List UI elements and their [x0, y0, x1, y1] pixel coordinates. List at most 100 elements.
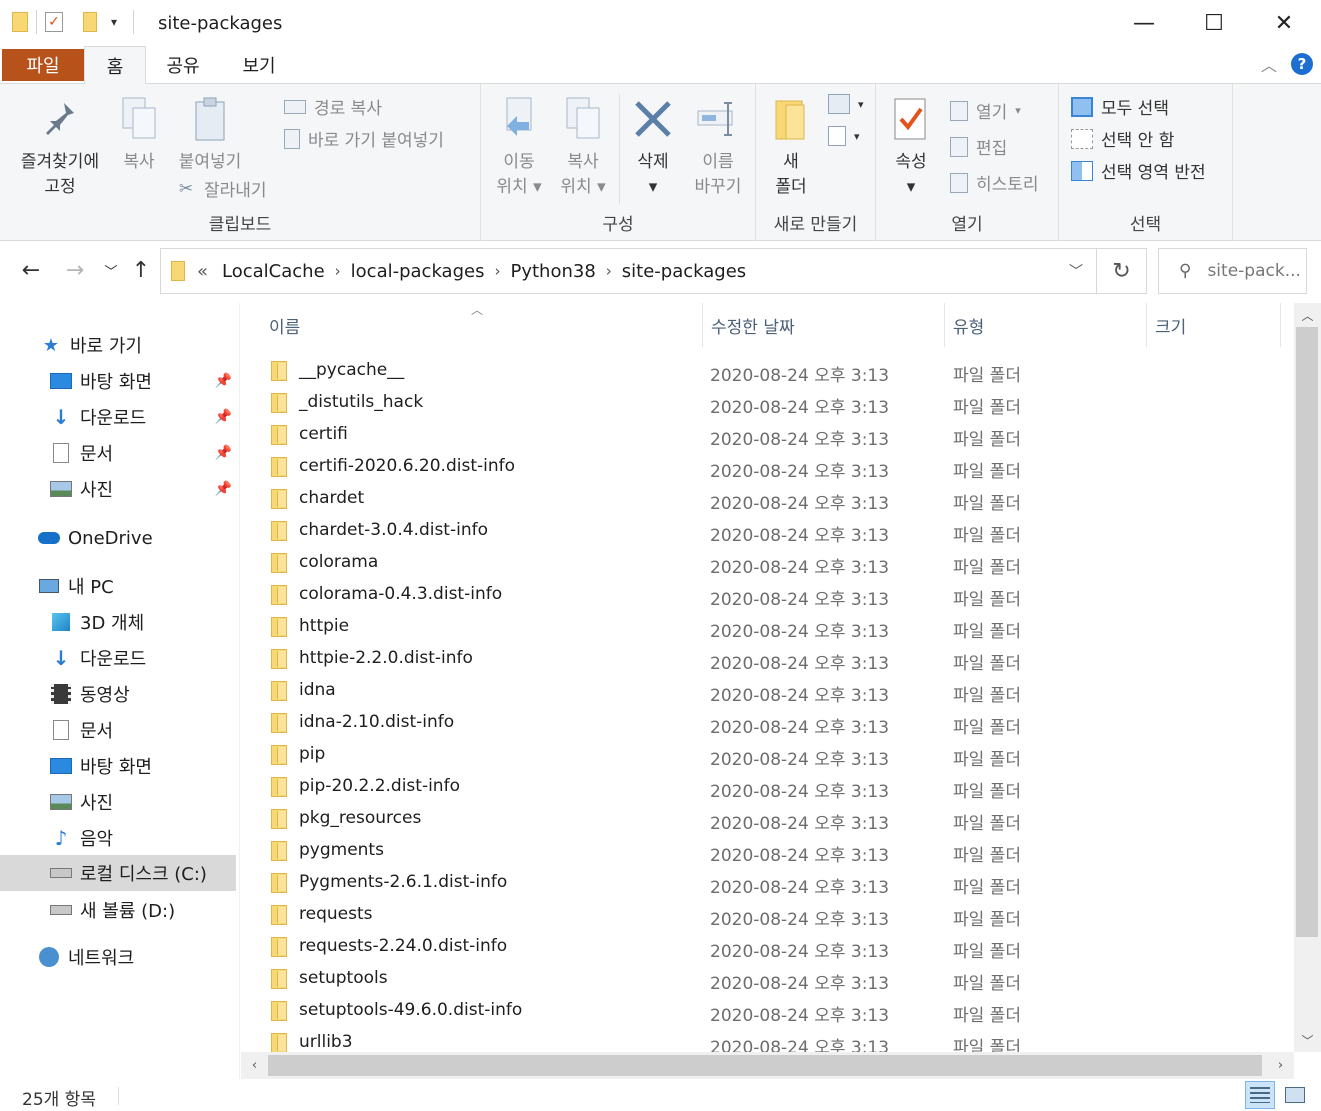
move-to-button[interactable]: 이동 위치 ▾ — [489, 94, 549, 200]
nav-pc-music[interactable]: ♪ 음악 — [0, 820, 236, 856]
history-button[interactable]: 히스토리 — [950, 170, 1039, 195]
table-row[interactable]: pygments 2020-08-24 오후 3:13 파일 폴더 — [241, 835, 1294, 867]
recent-locations-chevron-icon[interactable]: ﹀ — [96, 255, 126, 285]
nav-quick-access[interactable]: ★ 바로 가기 — [0, 327, 236, 363]
maximize-button[interactable]: ☐ — [1179, 0, 1249, 46]
back-button[interactable]: ← — [16, 255, 46, 285]
paste-button[interactable]: 붙여넣기 — [170, 94, 250, 175]
horizontal-scrollbar[interactable]: ‹ › — [241, 1052, 1294, 1079]
column-header-type[interactable]: 유형 — [945, 303, 1147, 347]
table-row[interactable]: requests-2.24.0.dist-info 2020-08-24 오후 3… — [241, 931, 1294, 963]
table-row[interactable]: colorama-0.4.3.dist-info 2020-08-24 오후 3:… — [241, 579, 1294, 611]
table-row[interactable]: _distutils_hack 2020-08-24 오후 3:13 파일 폴더 — [241, 387, 1294, 419]
table-row[interactable]: pkg_resources 2020-08-24 오후 3:13 파일 폴더 — [241, 803, 1294, 835]
rename-button[interactable]: 이름 바꾸기 — [685, 94, 751, 200]
chevron-right-icon[interactable]: › — [335, 262, 341, 280]
nav-this-pc[interactable]: 내 PC — [0, 568, 236, 604]
chevron-right-icon[interactable]: › — [606, 262, 612, 280]
nav-qa-desktop[interactable]: 바탕 화면 📌 — [0, 363, 236, 399]
new-item-button[interactable]: ▾ — [828, 94, 864, 114]
table-row[interactable]: Pygments-2.6.1.dist-info 2020-08-24 오후 3:… — [241, 867, 1294, 899]
invert-selection-button[interactable]: 선택 영역 반전 — [1071, 158, 1206, 183]
nav-pc-new-volume-d[interactable]: 새 볼륨 (D:) — [0, 892, 236, 928]
paste-shortcut-button[interactable]: 바로 가기 붙여넣기 — [284, 126, 444, 151]
breadcrumb-overflow[interactable]: « — [197, 261, 208, 282]
select-all-button[interactable]: 모두 선택 — [1071, 94, 1169, 119]
nav-qa-pictures[interactable]: 사진 📌 — [0, 471, 236, 507]
column-header-name[interactable]: ︿ 이름 — [241, 303, 703, 347]
copy-path-button[interactable]: 경로 복사 — [284, 94, 382, 119]
breadcrumb-python38[interactable]: Python38 — [510, 261, 595, 282]
nav-pc-downloads[interactable]: ↓ 다운로드 — [0, 640, 236, 676]
scrollbar-thumb[interactable] — [268, 1055, 1262, 1076]
pin-icon[interactable]: 📌 — [215, 409, 232, 425]
table-row[interactable]: colorama 2020-08-24 오후 3:13 파일 폴더 — [241, 547, 1294, 579]
table-row[interactable]: requests 2020-08-24 오후 3:13 파일 폴더 — [241, 899, 1294, 931]
vertical-scrollbar[interactable]: ︿ ﹀ — [1294, 303, 1321, 1052]
select-none-button[interactable]: 선택 안 함 — [1071, 126, 1174, 151]
nav-pc-3d-objects[interactable]: 3D 개체 — [0, 604, 236, 640]
details-view-button[interactable] — [1245, 1081, 1275, 1109]
copy-button[interactable]: 복사 — [112, 94, 166, 175]
minimize-button[interactable]: — — [1109, 0, 1179, 46]
up-button[interactable]: ↑ — [126, 255, 156, 285]
table-row[interactable]: httpie-2.2.0.dist-info 2020-08-24 오후 3:13… — [241, 643, 1294, 675]
search-box[interactable]: ⚲ site-pack... — [1158, 248, 1307, 294]
table-row[interactable]: httpie 2020-08-24 오후 3:13 파일 폴더 — [241, 611, 1294, 643]
breadcrumb-localcache[interactable]: LocalCache — [222, 261, 325, 282]
tab-home[interactable]: 홈 — [84, 46, 146, 85]
nav-qa-documents[interactable]: 문서 📌 — [0, 435, 236, 471]
nav-network[interactable]: 네트워크 — [0, 939, 236, 975]
table-row[interactable]: setuptools 2020-08-24 오후 3:13 파일 폴더 — [241, 963, 1294, 995]
edit-button[interactable]: 편집 — [950, 134, 1007, 159]
table-row[interactable]: pip-20.2.2.dist-info 2020-08-24 오후 3:13 파일… — [241, 771, 1294, 803]
table-row[interactable]: urllib3 2020-08-24 오후 3:13 파일 폴더 — [241, 1027, 1294, 1052]
tab-file[interactable]: 파일 — [2, 49, 84, 81]
table-row[interactable]: idna 2020-08-24 오후 3:13 파일 폴더 — [241, 675, 1294, 707]
address-bar[interactable]: « LocalCache › local-packages › Python38… — [160, 248, 1097, 294]
scroll-right-icon[interactable]: › — [1267, 1052, 1294, 1079]
new-folder-icon[interactable] — [83, 12, 97, 32]
nav-qa-downloads[interactable]: ↓ 다운로드 📌 — [0, 399, 236, 435]
nav-pc-documents[interactable]: 문서 — [0, 712, 236, 748]
pin-to-quick-access-button[interactable]: 즐겨찾기에 고정 — [10, 94, 110, 200]
table-row[interactable]: certifi-2020.6.20.dist-info 2020-08-24 오후… — [241, 451, 1294, 483]
refresh-button[interactable]: ↻ — [1097, 248, 1147, 294]
pin-icon[interactable]: 📌 — [215, 481, 232, 497]
copy-to-button[interactable]: 복사 위치 ▾ — [553, 94, 613, 200]
tab-view[interactable]: 보기 — [226, 46, 292, 84]
close-button[interactable]: ✕ — [1249, 0, 1319, 46]
nav-pc-pictures[interactable]: 사진 — [0, 784, 236, 820]
table-row[interactable]: __pycache__ 2020-08-24 오후 3:13 파일 폴더 — [241, 355, 1294, 387]
pin-icon[interactable]: 📌 — [215, 373, 232, 389]
table-row[interactable]: idna-2.10.dist-info 2020-08-24 오후 3:13 파일 … — [241, 707, 1294, 739]
column-header-date[interactable]: 수정한 날짜 — [703, 303, 945, 347]
pin-icon[interactable]: 📌 — [215, 445, 232, 461]
large-icons-view-button[interactable] — [1280, 1081, 1310, 1109]
forward-button[interactable]: → — [60, 255, 90, 285]
nav-pc-local-disk-c[interactable]: 로컬 디스크 (C:) — [0, 855, 236, 891]
properties-button[interactable]: 속성 ▾ — [884, 94, 938, 200]
scroll-up-icon[interactable]: ︿ — [1294, 303, 1321, 327]
nav-pc-videos[interactable]: 동영상 — [0, 676, 236, 712]
properties-check-icon[interactable]: ✓ — [45, 12, 63, 32]
scroll-left-icon[interactable]: ‹ — [241, 1052, 268, 1079]
nav-onedrive[interactable]: OneDrive — [0, 520, 236, 556]
tab-share[interactable]: 공유 — [150, 46, 216, 84]
scroll-down-icon[interactable]: ﹀ — [1294, 1028, 1321, 1052]
easy-access-button[interactable]: ▾ — [828, 126, 860, 146]
customize-toolbar-chevron-icon[interactable]: ▾ — [111, 15, 117, 29]
cut-button[interactable]: ✂ 잘라내기 — [176, 176, 267, 202]
chevron-right-icon[interactable]: › — [494, 262, 500, 280]
table-row[interactable]: pip 2020-08-24 오후 3:13 파일 폴더 — [241, 739, 1294, 771]
open-button[interactable]: 열기 ▾ — [950, 98, 1021, 123]
search-input[interactable]: site-pack... — [1207, 261, 1300, 281]
new-folder-button[interactable]: 새 폴더 — [764, 94, 818, 200]
collapse-ribbon-icon[interactable]: ︿ — [1261, 52, 1277, 76]
column-header-size[interactable]: 크기 — [1147, 303, 1281, 347]
breadcrumb-site-packages[interactable]: site-packages — [622, 261, 746, 282]
breadcrumb-local-packages[interactable]: local-packages — [351, 261, 485, 282]
nav-pc-desktop[interactable]: 바탕 화면 — [0, 748, 236, 784]
table-row[interactable]: chardet 2020-08-24 오후 3:13 파일 폴더 — [241, 483, 1294, 515]
delete-button[interactable]: 삭제 ▾ — [625, 94, 681, 200]
